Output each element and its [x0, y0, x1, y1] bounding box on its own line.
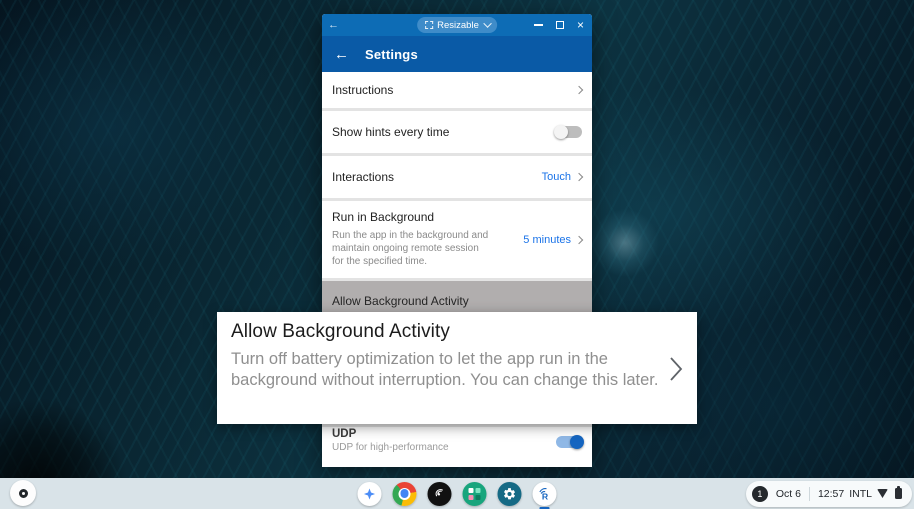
row-label: Allow Background Activity: [332, 294, 469, 308]
back-arrow-icon[interactable]: ←: [334, 46, 349, 63]
resize-corners-icon: [425, 21, 433, 29]
desktop-wallpaper: ← Resizable × ← Settings Instructions: [0, 0, 914, 509]
gear-glyph: [503, 487, 517, 501]
tray-time: 12:57: [818, 488, 844, 500]
battery-icon: [895, 488, 902, 499]
resizable-label: Resizable: [437, 20, 479, 31]
chrome-icon[interactable]: [393, 482, 417, 506]
assistant-star-icon[interactable]: [358, 482, 382, 506]
run-background-value: 5 minutes: [523, 234, 571, 246]
magnifier-popup[interactable]: Allow Background Activity Turn off batte…: [217, 312, 697, 424]
shelf: R 1 Oct 6 12:57 INTL: [0, 478, 914, 509]
apps-grid-icon[interactable]: [463, 482, 487, 506]
settings-gear-icon[interactable]: [498, 482, 522, 506]
row-label: Instructions: [332, 83, 393, 97]
row-label: UDP: [332, 428, 449, 440]
popup-title: Allow Background Activity: [231, 321, 683, 343]
close-button[interactable]: ×: [577, 20, 584, 30]
row-label: Interactions: [332, 170, 394, 184]
interactions-value: Touch: [542, 171, 571, 183]
four-point-star-glyph: [363, 487, 377, 501]
remote-r-glyph: R: [537, 486, 553, 502]
window-caption-bar: ← Resizable ×: [322, 14, 592, 36]
app-header: ← Settings: [322, 36, 592, 72]
row-run-in-background[interactable]: Run in Background Run the app in the bac…: [322, 201, 592, 278]
row-instructions[interactable]: Instructions: [322, 72, 592, 108]
maximize-button[interactable]: [556, 21, 564, 29]
row-udp[interactable]: UDP UDP for high-performance: [322, 427, 592, 467]
chevron-right-icon: [575, 86, 583, 94]
row-label: Run in Background: [332, 210, 490, 224]
chevron-down-icon: [483, 19, 491, 27]
signal-app-icon[interactable]: [428, 482, 452, 506]
udp-toggle[interactable]: [556, 436, 582, 448]
row-interactions[interactable]: Interactions Touch: [322, 156, 592, 198]
tray-divider: [809, 487, 810, 501]
row-description: Run the app in the background and mainta…: [332, 229, 490, 269]
shelf-app-icons: R: [358, 482, 557, 506]
row-label: Show hints every time: [332, 125, 449, 139]
show-hints-toggle[interactable]: [556, 126, 582, 138]
page-title: Settings: [365, 47, 418, 62]
notification-count-badge[interactable]: 1: [752, 486, 768, 502]
chevron-right-icon: [669, 356, 683, 382]
row-show-hints[interactable]: Show hints every time: [322, 111, 592, 153]
minimize-button[interactable]: [534, 24, 543, 26]
broadcast-glyph: [433, 487, 446, 500]
caption-back-icon[interactable]: ←: [328, 19, 346, 31]
launcher-button[interactable]: [10, 480, 36, 506]
chevron-right-icon: [575, 235, 583, 243]
launcher-icon: [19, 489, 28, 498]
resizable-mode-button[interactable]: Resizable: [417, 17, 497, 33]
tray-date: Oct 6: [776, 488, 801, 500]
window-controls: ×: [534, 20, 586, 30]
row-description: UDP for high-performance: [332, 442, 449, 453]
popup-description: Turn off battery optimization to let the…: [231, 349, 663, 392]
remote-desktop-app-icon[interactable]: R: [533, 482, 557, 506]
wifi-icon: [877, 489, 888, 498]
tray-network-label: INTL: [849, 488, 872, 500]
svg-text:R: R: [542, 491, 549, 501]
chevron-right-icon: [575, 173, 583, 181]
status-tray[interactable]: 1 Oct 6 12:57 INTL: [746, 481, 912, 507]
